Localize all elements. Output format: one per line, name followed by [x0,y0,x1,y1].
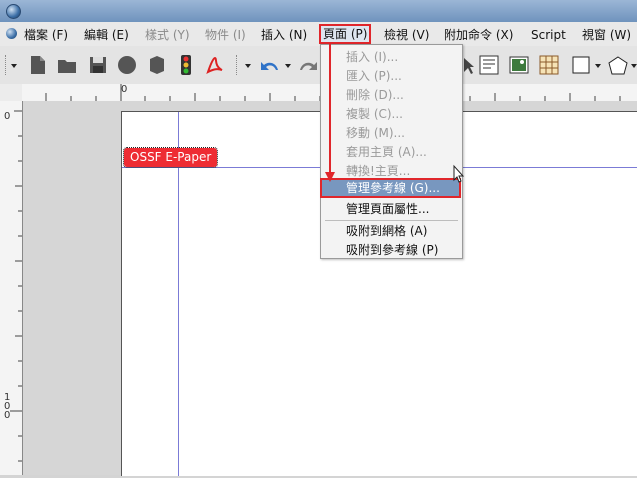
undo-icon[interactable] [258,54,282,76]
app-menu-icon[interactable] [6,28,17,39]
polygon-shape-icon[interactable] [606,54,630,76]
menu-script[interactable]: Script [531,26,566,44]
text-frame-icon[interactable] [478,54,500,76]
menu-file[interactable]: 檔案 (F) [24,26,68,44]
page-menu-insert[interactable]: 插入 (I)... [346,48,398,66]
ruler-zero-label: 0 [4,111,11,122]
menu-bar: 檔案 (F) 編輯 (E) 樣式 (Y) 物件 (I) 插入 (N) 頁面 (P… [0,22,637,46]
page-menu-import[interactable]: 匯入 (P)... [346,67,402,85]
menu-insert[interactable]: 插入 (N) [261,26,307,44]
ruler-corner[interactable] [0,84,23,102]
export-pdf-icon[interactable] [204,54,226,76]
ruler-zero-label: 0 [121,84,128,95]
vertical-ruler[interactable]: 0 100 [0,101,23,475]
toolbar-grip [5,55,7,75]
select-pointer-icon[interactable] [462,54,474,76]
page-menu-move[interactable]: 移動 (M)... [346,124,405,142]
page-menu-copy[interactable]: 複製 (C)... [346,105,403,123]
page-menu-snap-grid[interactable]: 吸附到網格 (A) [346,222,427,240]
page-menu-manage-guides[interactable]: 管理參考線 (G)... [320,178,461,198]
menu-separator [325,220,458,221]
menu-windows[interactable]: 視窗 (W) [582,26,631,44]
dropdown-arrow-icon[interactable] [284,54,292,76]
app-icon [6,4,21,19]
open-folder-icon[interactable] [56,54,78,76]
redo-icon[interactable] [296,54,320,76]
page-menu-apply-master[interactable]: 套用主頁 (A)... [346,143,427,161]
toolbar-separator [236,55,238,75]
dropdown-arrow-icon[interactable] [10,54,18,76]
dropdown-arrow-icon[interactable] [244,54,252,76]
print-icon[interactable] [146,54,168,76]
page-menu-dropdown: 插入 (I)... 匯入 (P)... 刪除 (D)... 複製 (C)... … [320,44,463,259]
menu-view[interactable]: 檢視 (V) [384,26,429,44]
menu-page[interactable]: 頁面 (P) [319,24,372,44]
image-frame-icon[interactable] [508,54,530,76]
page-menu-manage-guides-label: 管理參考線 (G)... [346,181,440,195]
page-menu-manage-properties[interactable]: 管理頁面屬性... [346,200,429,218]
menu-style[interactable]: 樣式 (Y) [145,26,190,44]
text-frame[interactable]: OSSF E-Paper [122,147,219,168]
close-document-icon[interactable] [116,54,138,76]
preflight-traffic-light-icon[interactable] [178,54,194,76]
toolbar [0,46,637,85]
menu-extras[interactable]: 附加命令 (X) [444,26,513,44]
dropdown-arrow-icon[interactable] [594,54,602,76]
table-icon[interactable] [538,54,560,76]
menu-edit[interactable]: 編輯 (E) [84,26,129,44]
page-menu-snap-guides[interactable]: 吸附到參考線 (P) [346,241,438,259]
rectangle-shape-icon[interactable] [570,54,592,76]
dropdown-arrow-icon[interactable] [630,54,637,76]
new-document-icon[interactable] [28,54,48,76]
ruler-hundred-label: 100 [4,392,11,421]
title-bar [0,0,637,22]
menu-item[interactable]: 物件 (I) [205,26,246,44]
page-menu-delete[interactable]: 刪除 (D)... [346,86,404,104]
save-icon[interactable] [88,54,108,76]
